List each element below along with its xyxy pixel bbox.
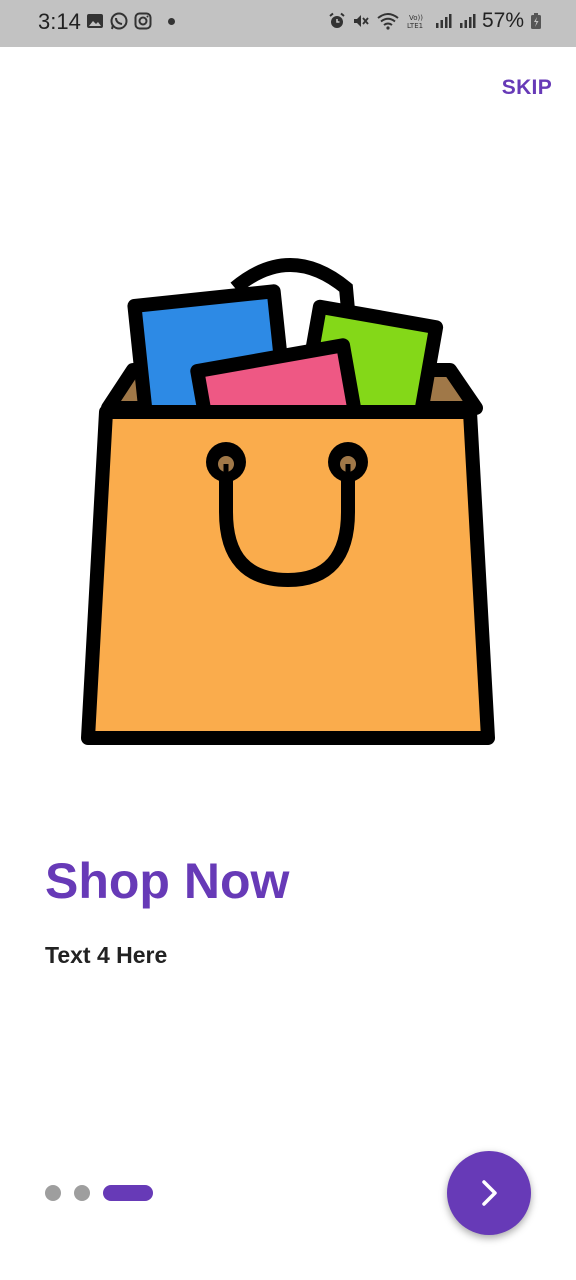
volte-icon: Vo)) LTE1 xyxy=(407,14,423,30)
status-left-icons xyxy=(86,12,175,30)
status-bar: 3:14 Vo)) LTE1 57% xyxy=(0,0,576,47)
signal-icon xyxy=(435,14,452,28)
battery-percent: 57% xyxy=(481,9,524,32)
gallery-icon xyxy=(87,14,103,28)
signal-icon xyxy=(459,14,476,28)
next-button[interactable] xyxy=(447,1151,531,1235)
svg-text:Vo)): Vo)) xyxy=(409,14,423,22)
page-dot-3-active xyxy=(103,1185,153,1201)
battery-icon xyxy=(531,13,541,29)
onboarding-title: Shop Now xyxy=(45,853,290,909)
page-indicator xyxy=(45,1185,153,1201)
page-dot-2 xyxy=(74,1185,90,1201)
chevron-right-icon xyxy=(482,1180,497,1206)
status-right-icons: Vo)) LTE1 57% xyxy=(328,9,542,33)
wifi-icon xyxy=(377,13,399,30)
mute-icon xyxy=(353,15,369,27)
notification-dot-icon xyxy=(168,17,175,25)
skip-button[interactable]: SKIP xyxy=(502,76,552,100)
shopping-bag-icon xyxy=(81,258,495,745)
onboarding-subtitle: Text 4 Here xyxy=(45,942,168,968)
instagram-icon xyxy=(134,12,152,30)
alarm-icon xyxy=(329,12,345,28)
status-time: 3:14 xyxy=(38,9,81,34)
svg-text:LTE1: LTE1 xyxy=(407,22,423,30)
whatsapp-icon xyxy=(110,12,128,30)
page-dot-1 xyxy=(45,1185,61,1201)
